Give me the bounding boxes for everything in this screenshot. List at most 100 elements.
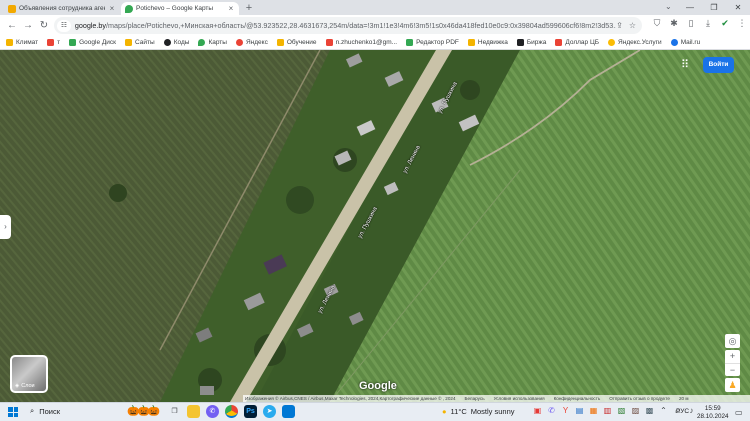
maximize-button[interactable]: ❐ [702,0,726,15]
feedback-link[interactable]: Отправить отзыв о продукте [609,395,670,402]
bookmark-label: Mail.ru [680,39,701,46]
close-tab-icon[interactable]: × [108,4,116,13]
scale-bar[interactable]: 20 м [679,395,689,402]
bookmark-item[interactable]: Яндекс [235,39,268,46]
show-hidden-icons[interactable]: ⌃ [659,406,668,415]
taskbar-search[interactable]: ⌕ Поиск [30,406,60,416]
notifications-icon[interactable]: ▭ [735,408,743,417]
close-window-button[interactable]: ✕ [726,0,750,15]
photoshop-icon[interactable]: Ps [244,405,257,418]
input-language[interactable]: РУС [676,408,689,415]
bookmark-item[interactable]: Биржа [516,39,547,46]
new-tab-button[interactable]: + [243,2,255,14]
verified-extension-icon[interactable]: ✔ [720,18,730,29]
file-explorer-icon[interactable] [187,405,200,418]
weather-widget[interactable]: ● 11°C Mostly sunny [442,407,515,416]
bookmark-item[interactable]: Редактор PDF [406,39,459,46]
app-tray-icon[interactable]: ▨ [631,406,640,415]
yandex-tray-icon[interactable]: Y [561,406,570,415]
viber-icon[interactable]: ✆ [206,405,219,418]
my-location-button[interactable]: ◎ [725,334,740,348]
sign-in-button[interactable]: Войти [703,57,734,73]
bookmark-item[interactable]: т [47,39,60,46]
close-tab-icon[interactable]: × [227,4,235,13]
minimize-button[interactable]: — [678,0,702,15]
store-icon[interactable] [282,405,295,418]
url-host: google.by [74,21,106,30]
bookmark-item[interactable]: Яндекс.Услуги [608,39,662,46]
layers-label: Слои [21,383,35,389]
share-icon[interactable]: ⇪ [616,21,623,30]
google-logo: Google [359,380,397,392]
downloads-icon[interactable]: ⤓ [703,18,713,29]
system-clock[interactable]: 15:59 28.10.2024 [697,405,729,420]
puzzle-extensions-icon[interactable]: ✱ [669,18,679,29]
bookmark-item[interactable]: Коды [163,39,189,46]
windows-start-icon[interactable] [8,407,18,417]
tab-search-icon[interactable]: ⌄ [665,2,672,11]
site-info-icon[interactable]: ☷ [57,19,71,32]
tray-app-icon[interactable]: ▣ [533,406,542,415]
app-tray-icon[interactable]: ▦ [589,406,598,415]
shield-extension-icon[interactable]: ⛉ [652,18,662,29]
layers-icon: ◈ [15,383,20,389]
google-apps-icon[interactable]: ⠿ [681,58,689,71]
bookmark-label: Недвижка [477,39,508,46]
bookmark-star-icon[interactable]: ☆ [629,21,636,30]
bookmark-favicon-icon [235,39,243,46]
sidepanel-icon[interactable]: ▯ [686,18,696,29]
bookmark-favicon-icon [69,39,77,46]
app-tray-icon[interactable]: ▤ [575,406,584,415]
bookmark-label: Карты [208,39,227,46]
viber-tray-icon[interactable]: ✆ [547,406,556,415]
menu-dots-icon[interactable]: ⋮ [737,18,747,29]
weather-condition: Mostly sunny [470,407,515,416]
bookmark-item[interactable]: n.zhuchenko1@gm... [325,39,398,46]
bookmark-favicon-icon [406,39,414,46]
bookmark-item[interactable]: Сайты [125,39,155,46]
telegram-icon[interactable]: ➤ [263,405,276,418]
bookmark-label: Биржа [526,39,547,46]
address-bar[interactable]: ☷ google.by/maps/place/Potichevo,+Минска… [54,17,642,34]
bookmark-item[interactable]: Недвижка [467,39,508,46]
omnibox-actions: ⇪ ☆ [616,21,642,30]
bookmark-label: Яндекс [245,39,268,46]
app-tray-icon[interactable]: ▥ [603,406,612,415]
bookmark-favicon-icon [608,39,616,46]
bookmark-label: n.zhuchenko1@gm... [335,39,398,46]
reload-button[interactable]: ↻ [36,20,52,31]
bookmark-item[interactable]: Mail.ru [670,39,701,46]
bookmark-item[interactable]: Карты [198,39,227,46]
app-tray-icon[interactable]: ▩ [645,406,654,415]
terms-link[interactable]: Условия использования [494,395,545,402]
tab-google-maps[interactable]: Potichevo – Google Карты × [121,2,239,15]
bookmark-folder-icon [467,39,475,46]
expand-side-panel-button[interactable]: › [0,215,11,239]
search-icon: ⌕ [30,406,35,415]
task-view-icon[interactable]: ❐ [168,405,181,418]
zoom-out-button[interactable]: − [725,363,740,376]
bookmark-label: Яндекс.Услуги [618,39,662,46]
bookmark-item[interactable]: Климат [6,39,38,46]
bookmark-label: Климат [16,39,39,46]
back-button[interactable]: ← [4,20,20,31]
zoom-in-button[interactable]: + [725,350,740,363]
search-highlight-pumpkins-icon[interactable]: 🎃🎃🎃 [127,406,160,417]
chrome-icon[interactable] [225,405,238,418]
bookmark-item[interactable]: Google Диск [69,39,116,46]
tab-agency-listings[interactable]: Объявления сотрудника агентства × [4,2,120,15]
bookmark-label: Обучение [286,39,317,46]
bookmark-item[interactable]: Доллар ЦБ [555,39,599,46]
satellite-map[interactable]: ул. Пушкина ул. Ленина ул. Пушкина ул. Л… [0,50,750,402]
forward-button[interactable]: → [20,20,36,31]
bookmark-favicon-icon [47,39,55,46]
bookmark-label: Редактор PDF [416,39,459,46]
privacy-link[interactable]: Конфиденциальность [554,395,601,402]
url-text[interactable]: google.by/maps/place/Potichevo,+Минская+… [75,21,616,30]
street-view-pegman-icon[interactable]: ♟ [725,378,740,392]
bookmark-favicon-icon [6,39,13,46]
maps-favicon-icon [125,4,133,13]
bookmark-item[interactable]: Обучение [276,39,317,46]
layers-button[interactable]: ◈ Слои [10,355,48,393]
app-tray-icon[interactable]: ▧ [617,406,626,415]
